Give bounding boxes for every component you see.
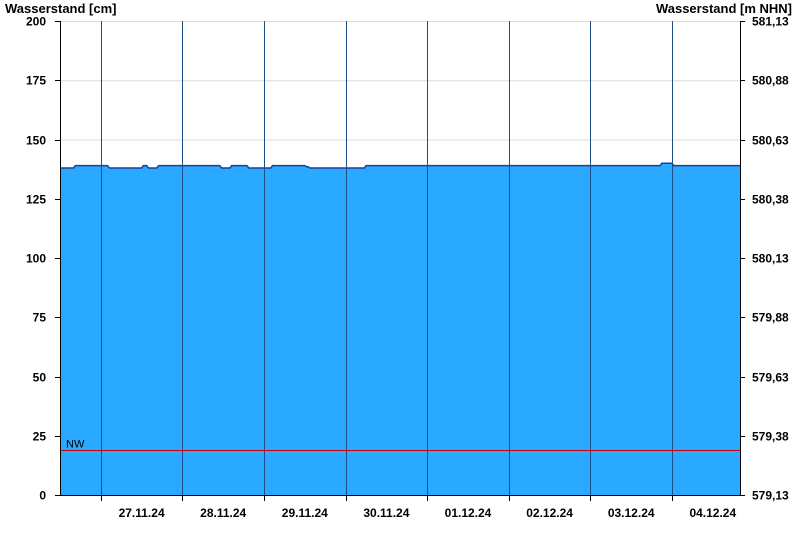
y-tick-label-right: 580,38 [752,193,789,207]
x-tick-label: 27.11.24 [119,506,165,520]
x-tick-label: 30.11.24 [363,506,409,520]
y-tick-label-right: 580,13 [752,252,789,266]
y-tick-label-left: 0 [39,489,46,503]
y-tick-label-left: 75 [33,311,47,325]
x-tick-label: 03.12.24 [608,506,655,520]
y-tick-label-right: 579,13 [752,489,789,503]
y-tick-label-right: 580,63 [752,134,789,148]
x-tick-label: 01.12.24 [445,506,492,520]
water-level-chart: NW 0 579,13 25 579,38 50 579,63 75 579,88 100 580,… [26,15,789,521]
x-tick-label: 28.11.24 [200,506,246,520]
y-tick-label-right: 579,63 [752,371,789,385]
y-tick-label-left: 150 [26,134,46,148]
y-tick-label-left: 175 [26,74,46,88]
y-tick-label-right: 579,88 [752,311,789,325]
y-tick-label-left: 25 [33,430,47,444]
x-tick-label: 29.11.24 [282,506,328,520]
y-tick-label-left: 125 [26,193,46,207]
water-level-area [60,163,740,495]
y-tick-label-left: 100 [26,252,46,266]
reference-line-nw-label: NW [66,439,85,451]
x-tick-label: 04.12.24 [689,506,736,520]
y-tick-label-left: 200 [26,15,46,29]
x-tick-label: 02.12.24 [526,506,573,520]
y-tick-label-right: 581,13 [752,15,789,29]
y-tick-label-right: 579,38 [752,430,789,444]
y-tick-label-right: 580,88 [752,74,789,88]
y-tick-label-left: 50 [33,371,47,385]
